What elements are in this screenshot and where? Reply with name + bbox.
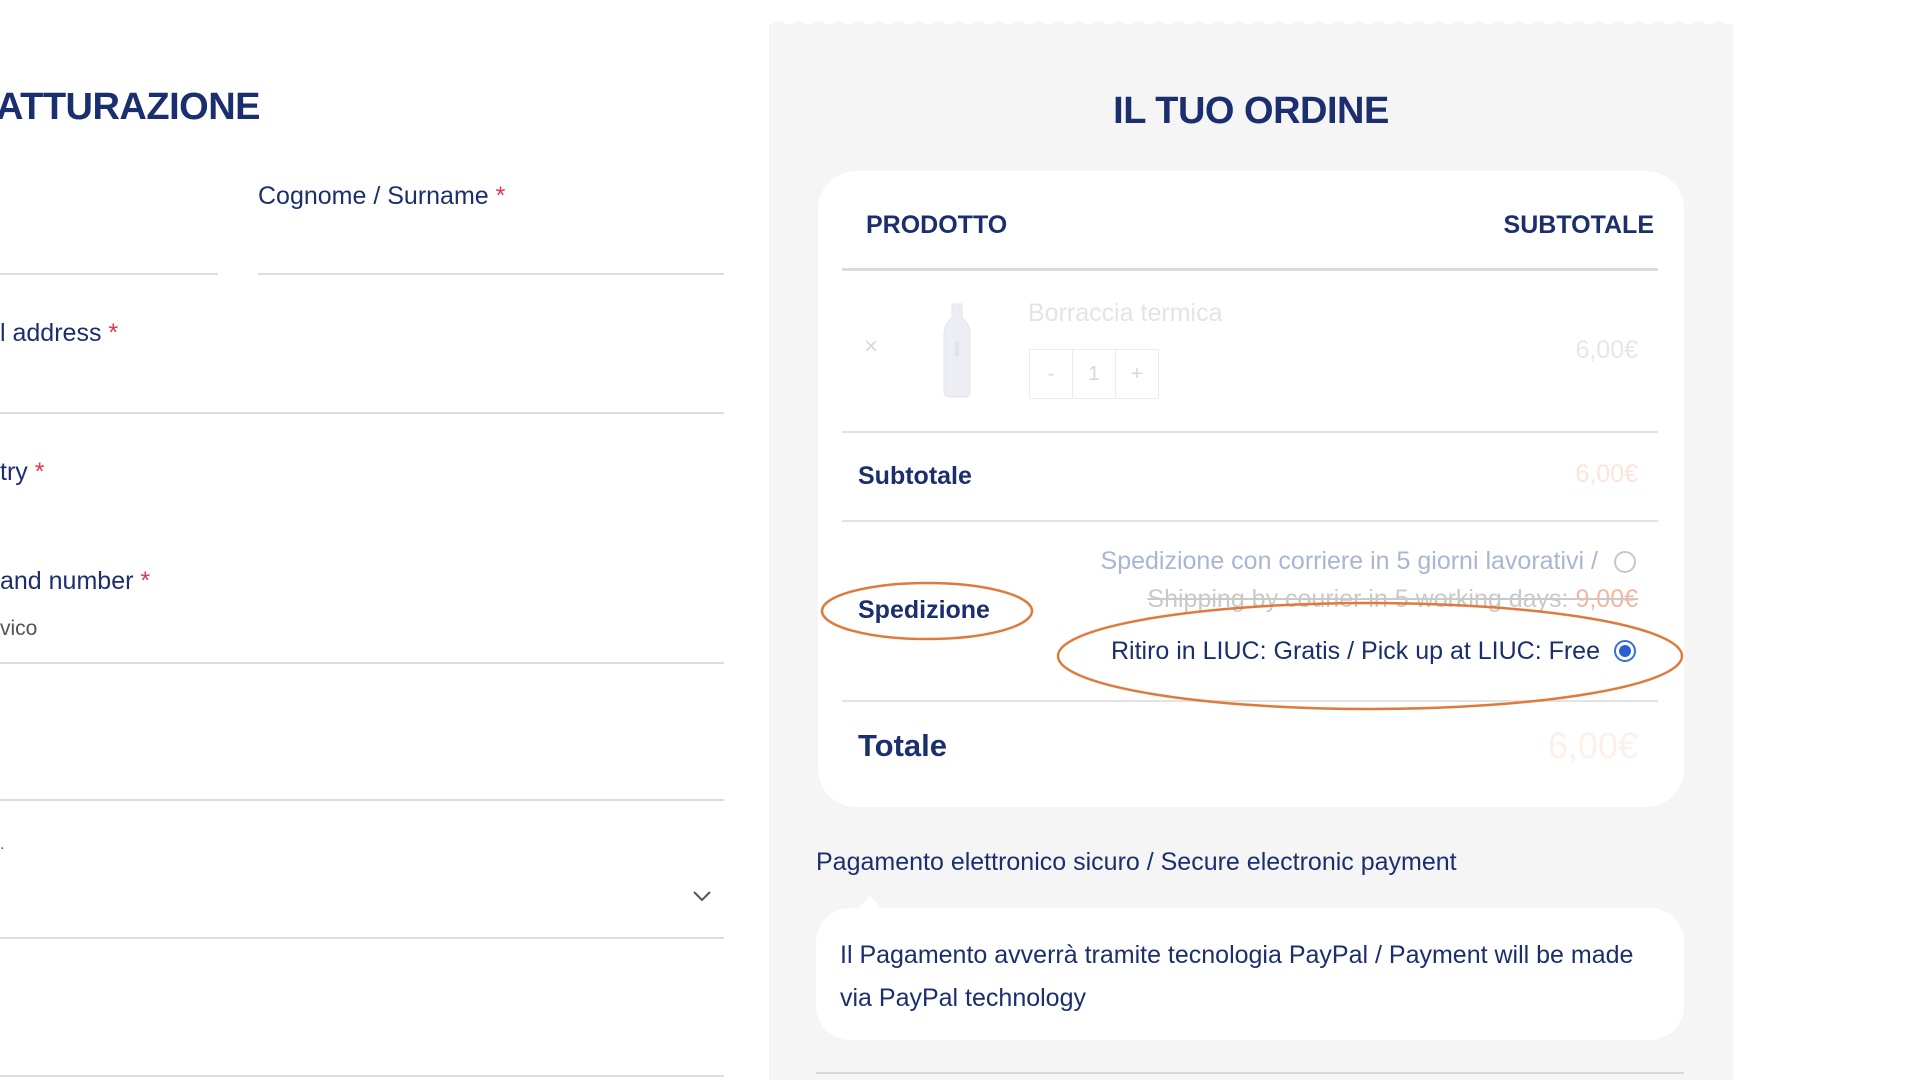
postcode-field[interactable] [0,1075,724,1077]
subtotal-value: 6,00€ [1575,460,1638,488]
total-label: Totale [858,728,947,763]
surname-label: Cognome / Surname * [258,182,505,211]
header-divider [842,268,1658,271]
shipping-option-pickup-label[interactable]: Ritiro in LIUC: Gratis / Pick up at LIUC… [1111,637,1600,666]
courier-price: 9,00€ [1575,585,1638,613]
subtotal-column-header: SUBTOTALE [1503,211,1654,239]
state-select[interactable] [0,937,724,939]
shipping-label: Spedizione [858,596,990,624]
courier-detail-text: Shipping by courier in 5 working days: [1147,585,1576,613]
first-name-field[interactable] [0,273,218,275]
product-column-header: PRODOTTO [866,211,1008,239]
qty-value[interactable]: 1 [1072,350,1115,398]
email-label-text: l address [0,319,102,347]
email-field[interactable] [0,412,724,414]
order-title: IL TUO ORDINE [1113,90,1389,132]
payment-description: Il Pagamento avverrà tramite tecnologia … [840,941,1634,1012]
shipping-option-courier-detail[interactable]: Shipping by courier in 5 working days: 9… [1147,585,1638,614]
street-field[interactable] [0,662,724,664]
surname-label-text: Cognome / Surname [258,182,489,210]
shipping-divider [842,700,1658,702]
bottle-icon [943,303,971,398]
qty-plus-button[interactable]: + [1115,350,1158,398]
shipping-option-courier-label[interactable]: Spedizione con corriere in 5 giorni lavo… [1101,547,1598,576]
billing-title: ATTURAZIONE [0,86,261,128]
required-mark: * [108,319,119,347]
chevron-down-icon[interactable] [690,888,714,904]
payment-method-title[interactable]: Pagamento elettronico sicuro / Secure el… [816,848,1457,877]
shipping-option-courier-radio[interactable] [1614,551,1636,573]
state-label: . [0,836,5,853]
qty-minus-button[interactable]: - [1030,350,1072,398]
country-label: try * [0,458,44,487]
payment-divider [816,1072,1684,1074]
subtotal-divider [842,520,1658,522]
required-mark: * [140,567,151,595]
country-label-text: try [0,458,28,486]
street-placeholder: vico [0,617,38,640]
remove-item-icon[interactable]: × [864,333,878,361]
panel-scallop-edge [772,21,1733,32]
address-line-2-field[interactable] [0,799,724,801]
email-label: l address * [0,319,118,348]
subtotal-label: Subtotale [858,462,972,490]
product-divider [842,431,1658,433]
street-label-text: and number [0,567,134,595]
required-mark: * [495,182,506,210]
product-name[interactable]: Borraccia termica [1028,299,1223,328]
surname-field[interactable] [258,273,724,275]
product-price: 6,00€ [1575,336,1638,364]
quantity-stepper[interactable]: - 1 + [1029,349,1159,399]
street-label: and number * [0,567,150,596]
required-mark: * [34,458,45,486]
shipping-option-pickup-radio[interactable] [1614,640,1636,662]
total-value: 6,00€ [1547,725,1638,766]
